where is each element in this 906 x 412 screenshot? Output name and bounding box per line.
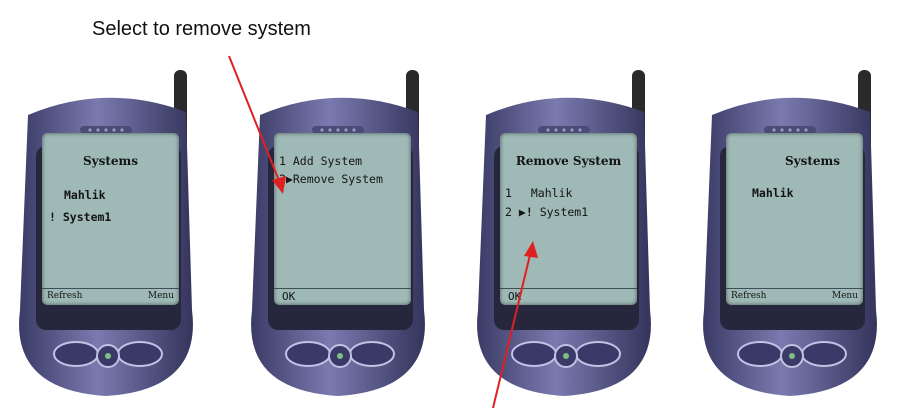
menu-item-add-system[interactable]: 1 Add System [279, 154, 362, 168]
softkey-bar: Refresh Menu [42, 288, 179, 305]
cursor-icon: ▶ [285, 172, 293, 186]
refresh-softkey[interactable]: Refresh [47, 291, 82, 301]
menu-softkey[interactable]: Menu [148, 291, 174, 301]
softkey-bar: Refresh Menu [726, 288, 863, 305]
phone-screen: 1 Add System 2▶Remove System OK [274, 133, 411, 305]
softkey-bar: OK [274, 288, 411, 305]
phone-2: 1 Add System 2▶Remove System OK [238, 60, 442, 400]
refresh-softkey[interactable]: Refresh [731, 291, 766, 301]
list-item-mahlik[interactable]: Mahlik [752, 186, 794, 200]
screen-title: Systems [82, 154, 139, 168]
caption-select-to-remove: Select to remove system [92, 18, 311, 40]
phone-4: Systems Mahlik Refresh Menu [690, 60, 894, 400]
phone-1: Systems Mahlik ! System1 Refresh Menu [6, 60, 210, 400]
softkey-bar: OK [500, 288, 637, 305]
list-item-system1[interactable]: 2 ▶! System1 [505, 205, 588, 219]
alert-marker: ! [49, 210, 56, 224]
phone-screen: Remove System 1 Mahlik 2 ▶! System1 OK [500, 133, 637, 305]
ok-softkey[interactable]: OK [508, 290, 521, 303]
alert-marker: ! [525, 205, 533, 219]
phone-3: Remove System 1 Mahlik 2 ▶! System1 OK [464, 60, 668, 400]
menu-softkey[interactable]: Menu [832, 291, 858, 301]
list-item-mahlik[interactable]: Mahlik [64, 188, 106, 202]
screen-title: Systems [784, 154, 841, 168]
list-item-mahlik[interactable]: 1 Mahlik [505, 186, 572, 200]
phone-screen: Systems Mahlik ! System1 Refresh Menu [42, 133, 179, 305]
ok-softkey[interactable]: OK [282, 290, 295, 303]
screen-title: Remove System [515, 154, 622, 168]
menu-item-remove-system[interactable]: 2▶Remove System [279, 172, 383, 186]
cursor-icon: ▶ [518, 205, 526, 219]
list-item-system1[interactable]: ! System1 [49, 210, 111, 224]
phone-screen: Systems Mahlik Refresh Menu [726, 133, 863, 305]
